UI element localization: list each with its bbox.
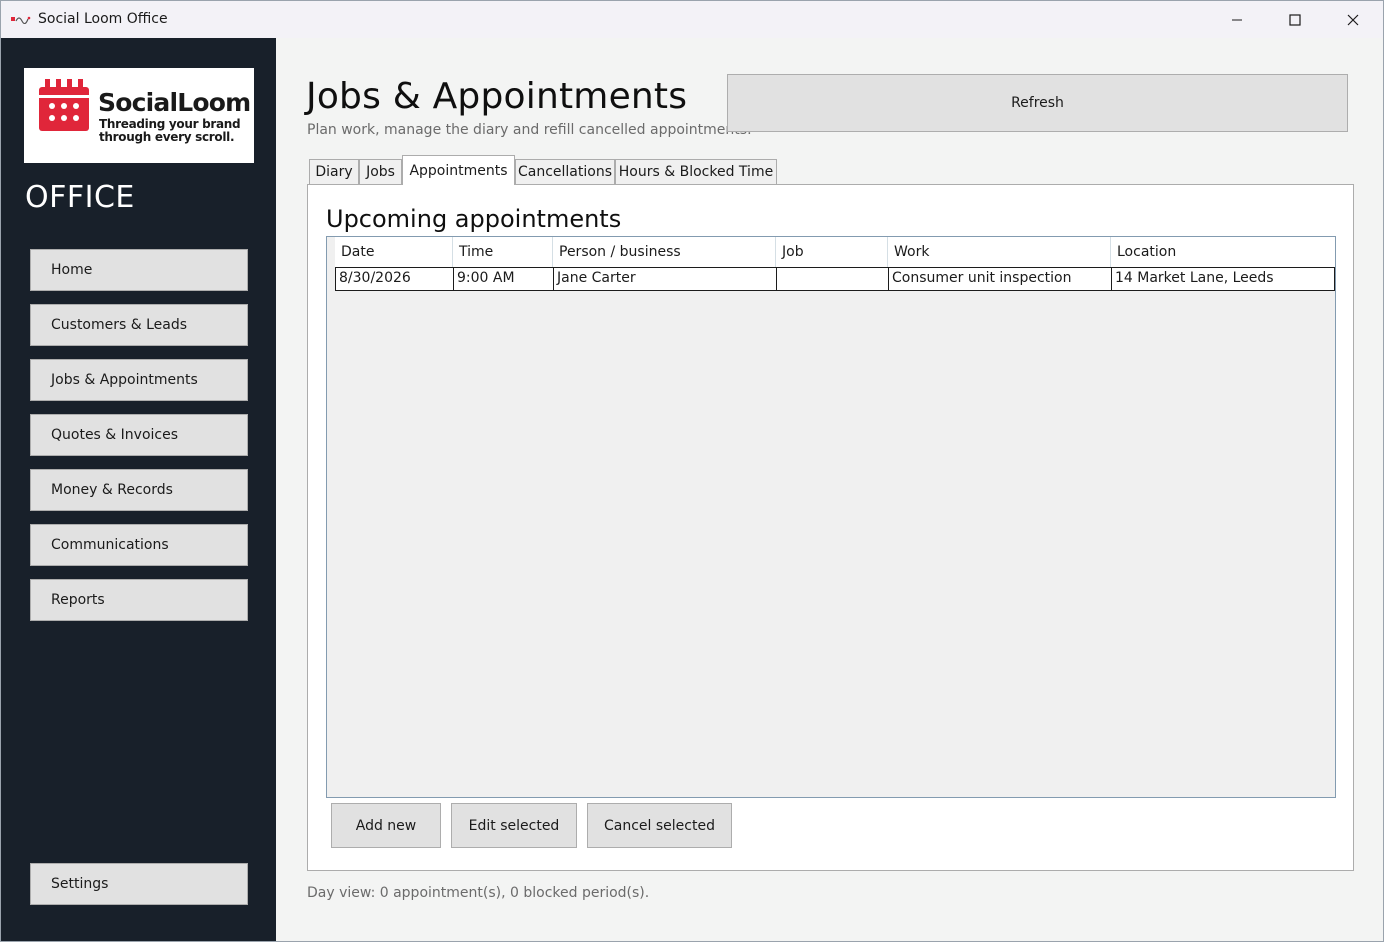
appointments-grid[interactable]: Date Time Person / business Job Work Loc… [326,236,1336,798]
nav-label: Settings [51,876,109,892]
column-header-date[interactable]: Date [335,237,453,267]
add-new-button[interactable]: Add new [331,803,441,848]
nav-label: Reports [51,592,105,608]
calendar-logo-icon [39,79,89,131]
app-window: Social Loom Office SocialLoom Threading … [0,0,1384,942]
sidebar: SocialLoom Threading your brand through … [1,38,276,941]
cell-time: 9:00 AM [454,268,554,290]
minimize-button[interactable] [1208,1,1266,38]
column-header-job[interactable]: Job [776,237,888,267]
app-icon [11,16,31,24]
column-header-person[interactable]: Person / business [553,237,776,267]
refresh-button[interactable]: Refresh [727,74,1348,132]
section-label: OFFICE [25,180,135,215]
cell-work: Consumer unit inspection [889,268,1112,290]
brand-logo: SocialLoom Threading your brand through … [24,68,254,163]
close-button[interactable] [1324,1,1382,38]
column-header-time[interactable]: Time [453,237,553,267]
brand-tagline: Threading your brand through every scrol… [99,117,241,144]
nav-money-records[interactable]: Money & Records [30,469,248,511]
nav-label: Money & Records [51,482,173,498]
grid-header: Date Time Person / business Job Work Loc… [335,237,1335,267]
nav-settings[interactable]: Settings [30,863,248,905]
page-subtitle: Plan work, manage the diary and refill c… [307,122,752,138]
edit-selected-button[interactable]: Edit selected [451,803,577,848]
window-title: Social Loom Office [38,11,168,27]
brand-name: SocialLoom [98,88,251,117]
maximize-button[interactable] [1266,1,1324,38]
nav-label: Jobs & Appointments [51,372,198,388]
nav-label: Home [51,262,93,278]
nav-label: Customers & Leads [51,317,188,333]
cell-location: 14 Market Lane, Leeds [1115,270,1274,286]
column-header-location[interactable]: Location [1111,237,1335,267]
table-row[interactable]: 8/30/2026 9:00 AM Jane Carter Consumer u… [335,267,1335,291]
nav-label: Quotes & Invoices [51,427,179,443]
title-bar: Social Loom Office [1,1,1383,38]
tab-appointments[interactable]: Appointments [402,155,515,185]
nav-jobs-appointments[interactable]: Jobs & Appointments [30,359,248,401]
page-title: Jobs & Appointments [306,76,688,117]
nav-home[interactable]: Home [30,249,248,291]
minimize-icon [1232,19,1242,20]
cell-date: 8/30/2026 [336,268,454,290]
column-header-work[interactable]: Work [888,237,1111,267]
tab-hours-blocked-time[interactable]: Hours & Blocked Time [615,159,777,184]
tab-diary[interactable]: Diary [309,159,359,184]
close-icon [1347,14,1359,25]
main-content: Jobs & Appointments Plan work, manage th… [276,38,1383,941]
nav-label: Communications [51,537,169,553]
tab-jobs[interactable]: Jobs [359,159,402,184]
cell-person: Jane Carter [554,268,777,290]
nav-customers-leads[interactable]: Customers & Leads [30,304,248,346]
appointments-panel: Upcoming appointments Date Time Person /… [307,184,1354,871]
cancel-selected-button[interactable]: Cancel selected [587,803,732,848]
status-text: Day view: 0 appointment(s), 0 blocked pe… [307,885,650,901]
section-title: Upcoming appointments [326,205,622,233]
cell-job [777,268,889,290]
maximize-icon [1289,13,1301,26]
nav-communications[interactable]: Communications [30,524,248,566]
nav-reports[interactable]: Reports [30,579,248,621]
tab-cancellations[interactable]: Cancellations [515,159,615,184]
nav-quotes-invoices[interactable]: Quotes & Invoices [30,414,248,456]
